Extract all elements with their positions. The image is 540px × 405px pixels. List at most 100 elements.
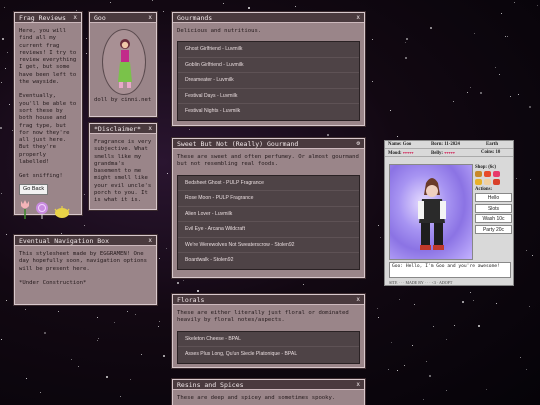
star (529, 306, 530, 307)
close-icon[interactable]: x (356, 295, 360, 304)
star (537, 5, 538, 6)
disclaimer-panel: *Disclaimer* x Fragrance is very subject… (89, 123, 157, 210)
star (110, 2, 111, 3)
list-item[interactable]: Asses Plus Long, Qu'un Siecle Platonique… (178, 347, 359, 363)
doll-image (102, 29, 146, 95)
star (61, 233, 62, 234)
close-icon[interactable]: x (148, 236, 152, 245)
go-back-button[interactable]: Go Back (19, 183, 49, 195)
frag-reviews-panel: Frag Reviews x Here, you will find all m… (14, 12, 82, 219)
pet-stats-row: Mood: ♥♥♥♥♥ Belly: ♥♥♥♥♥ Coins: 10 (385, 149, 513, 157)
decor-icons (19, 199, 77, 219)
party-button[interactable]: Party 20c (475, 224, 512, 234)
close-icon[interactable]: x (356, 13, 360, 22)
star (26, 378, 27, 379)
frag-list: Bedsheet Ghost - PULP Fragrance Rose Moo… (177, 174, 360, 270)
panel-header: Florals x (173, 295, 364, 305)
shop-label: Shop: (6c) (475, 165, 496, 170)
close-icon[interactable]: x (148, 124, 152, 133)
name-label: Name: (388, 142, 402, 147)
panel-title: Frag Reviews (19, 14, 66, 22)
star (390, 110, 391, 111)
panel-title: Sweet But Not (Really) Gourmand (177, 140, 299, 148)
list-item[interactable]: We're Werewolves Not Sweaterscrow - Stol… (178, 238, 359, 254)
star (4, 7, 5, 8)
star (516, 178, 517, 179)
gear-icon[interactable]: ⚙ (356, 139, 360, 148)
list-item[interactable]: Ghost Girlfriend - Luvmilk (178, 42, 359, 58)
star (529, 106, 531, 108)
panel-title: Gourmands (177, 14, 213, 22)
list-item[interactable]: Festival Nights - Luvmilk (178, 104, 359, 120)
star (40, 392, 41, 393)
nav-text: This stylesheet made by EGGRAMEN! One da… (19, 251, 147, 272)
list-item[interactable]: Festival Days - Luvmilk (178, 89, 359, 105)
close-icon[interactable]: x (73, 13, 77, 22)
star (391, 342, 392, 343)
cake-icon[interactable] (484, 179, 491, 185)
sweet-not-gourmand-panel: Sweet But Not (Really) Gourmand ⚙ These … (172, 138, 365, 278)
star (467, 92, 468, 93)
star (470, 87, 471, 88)
star (412, 345, 413, 346)
drink-icon[interactable] (493, 171, 500, 177)
star (397, 136, 398, 137)
star (430, 27, 432, 29)
fries-icon[interactable] (484, 171, 491, 177)
tulip-icon (21, 199, 29, 219)
star (429, 375, 431, 377)
list-item[interactable]: Evil Eye - Arcana Wildcraft (178, 222, 359, 238)
list-item[interactable]: Skeleton Cheese - BPAL (178, 332, 359, 348)
slots-button[interactable]: Slots (475, 203, 512, 213)
star (1, 339, 2, 340)
star (76, 10, 77, 11)
hello-button[interactable]: Hello (475, 193, 512, 202)
close-icon[interactable]: x (356, 380, 360, 389)
intro-text: Here, you will find all my current frag … (19, 28, 77, 86)
list-item[interactable]: Rose Moon - PULP Fragrance (178, 191, 359, 207)
star (158, 326, 159, 327)
star (405, 42, 406, 43)
star (127, 311, 128, 312)
burger-icon[interactable] (475, 171, 482, 177)
star (470, 292, 471, 293)
panel-header: Gourmands x (173, 13, 364, 23)
star (166, 248, 167, 249)
star (520, 357, 521, 358)
star (453, 101, 454, 102)
star (327, 134, 329, 136)
pizza-icon[interactable] (475, 179, 482, 185)
list-item[interactable]: Goblin Girlfriend - Luvmilk (178, 58, 359, 74)
panel-header: Resins and Spices x (173, 380, 364, 390)
panel-header: *Disclaimer* x (90, 124, 156, 134)
star (480, 92, 482, 94)
star (423, 399, 424, 400)
star (1, 82, 2, 83)
pet-footer: SITE · · · MADE BY · · · <3 · ADOPT (389, 280, 453, 285)
mood-hearts: ♥♥♥♥♥ (402, 151, 414, 155)
shop-items-row-2 (475, 179, 512, 185)
list-item[interactable]: Alien Lover - Luvmilk (178, 207, 359, 223)
star (446, 390, 447, 391)
star (120, 396, 121, 397)
list-item[interactable]: Dreameater - Luvmilk (178, 73, 359, 89)
sparkle-creature-icon (54, 205, 70, 218)
star (526, 250, 527, 251)
candy-icon[interactable] (493, 179, 500, 185)
star (135, 314, 136, 315)
section-description: These are either literally just floral o… (177, 310, 349, 324)
star (514, 2, 515, 3)
actions-label: Actions: (475, 187, 493, 192)
star (97, 317, 98, 318)
star (9, 104, 10, 105)
pet-name: Goo (402, 142, 412, 147)
star (397, 370, 398, 371)
belly-hearts: ♥♥♥♥♥ (444, 151, 455, 155)
close-icon[interactable]: x (148, 13, 152, 22)
star (454, 325, 455, 326)
wash-button[interactable]: Wash 10c (475, 214, 512, 223)
list-item[interactable]: Boardwalk - Stolen92 (178, 253, 359, 269)
star (163, 11, 164, 12)
star (510, 96, 511, 97)
list-item[interactable]: Bedsheet Ghost - PULP Fragrance (178, 176, 359, 192)
